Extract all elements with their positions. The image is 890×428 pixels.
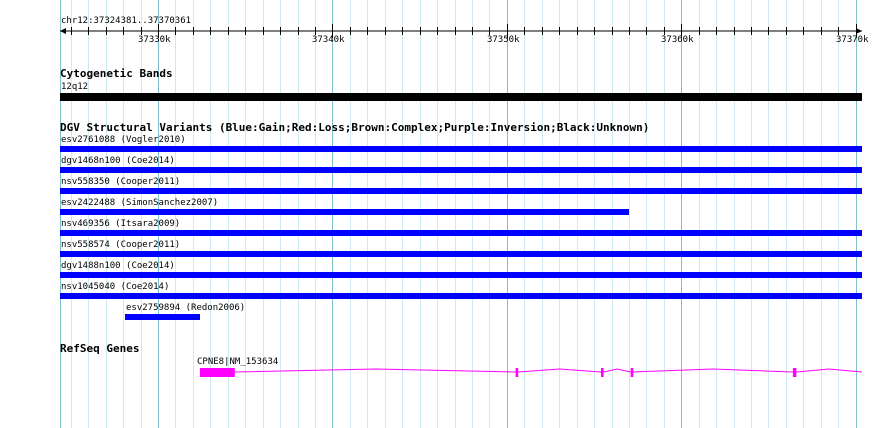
- dgv-variant-label[interactable]: dgv1468n100 (Coe2014): [61, 156, 175, 166]
- dgv-variant-bar[interactable]: [60, 188, 862, 194]
- dgv-variant-label[interactable]: nsv1045040 (Coe2014): [61, 282, 169, 292]
- ruler-tick-label: 37360k: [661, 35, 694, 45]
- coordinates-label: chr12:37324381..37370361: [61, 16, 192, 26]
- grid-line-major: [681, 0, 682, 428]
- cytoband-track-title: Cytogenetic Bands: [60, 67, 173, 80]
- grid-line-minor: [786, 0, 787, 428]
- refseq-gene-label[interactable]: CPNE8|NM_153634: [197, 357, 278, 367]
- grid-line-minor: [716, 0, 717, 428]
- dgv-variant-label[interactable]: esv2759894 (Redon2006): [126, 303, 245, 313]
- dgv-variant-bar[interactable]: [60, 209, 629, 215]
- grid-line-minor: [821, 0, 822, 428]
- ruler-tick-label: 37350k: [487, 35, 520, 45]
- grid-line-major: [856, 0, 857, 428]
- dgv-variant-label[interactable]: esv2422488 (SimonSanchez2007): [61, 198, 218, 208]
- dgv-variant-label[interactable]: nsv558350 (Cooper2011): [61, 177, 180, 187]
- refseq-track-title: RefSeq Genes: [60, 342, 140, 355]
- refseq-exon[interactable]: [515, 368, 519, 377]
- grid-line-minor: [664, 0, 665, 428]
- dgv-variant-label[interactable]: esv2761088 (Vogler2010): [61, 135, 186, 145]
- dgv-variant-label[interactable]: dgv1488n100 (Coe2014): [61, 261, 175, 271]
- grid-line-minor: [699, 0, 700, 428]
- grid-line-minor: [838, 0, 839, 428]
- refseq-exon[interactable]: [792, 368, 797, 377]
- dgv-variant-bar[interactable]: [60, 272, 862, 278]
- ruler-right-arrow[interactable]: [856, 28, 862, 34]
- dgv-variant-bar[interactable]: [60, 251, 862, 257]
- dgv-track-title: DGV Structural Variants (Blue:Gain;Red:L…: [60, 121, 650, 134]
- grid-line-minor: [768, 0, 769, 428]
- dgv-variant-bar[interactable]: [60, 146, 862, 152]
- refseq-exon[interactable]: [630, 368, 634, 377]
- grid-line-minor: [646, 0, 647, 428]
- dgv-variant-bar[interactable]: [125, 314, 200, 320]
- dgv-variant-bar[interactable]: [60, 230, 862, 236]
- grid-line-minor: [734, 0, 735, 428]
- grid-line-minor: [803, 0, 804, 428]
- ruler-tick-label: 37370k: [836, 35, 869, 45]
- dgv-variant-bar[interactable]: [60, 167, 862, 173]
- grid-line-minor: [751, 0, 752, 428]
- refseq-exon[interactable]: [601, 368, 604, 377]
- grid-line-minor: [629, 0, 630, 428]
- dgv-variant-label[interactable]: nsv558574 (Cooper2011): [61, 240, 180, 250]
- ruler-tick-label: 37340k: [312, 35, 345, 45]
- dgv-variant-label[interactable]: nsv469356 (Itsara2009): [61, 219, 180, 229]
- ruler-tick-label: 37330k: [138, 35, 171, 45]
- cytoband-bar[interactable]: [60, 93, 862, 101]
- cytoband-label[interactable]: 12q12: [61, 82, 88, 92]
- ruler-left-arrow[interactable]: [60, 28, 66, 34]
- dgv-variant-bar[interactable]: [60, 293, 862, 299]
- refseq-exon[interactable]: [199, 368, 235, 377]
